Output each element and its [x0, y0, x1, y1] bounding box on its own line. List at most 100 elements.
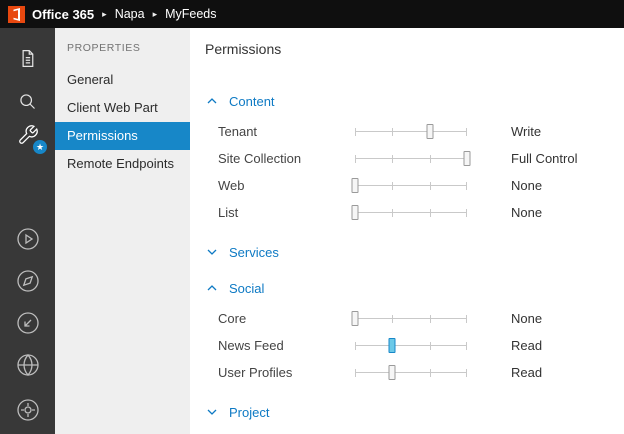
permission-row-user-profiles: User Profiles Read [218, 359, 624, 386]
slider-tick [429, 314, 431, 323]
section-services: Services [205, 242, 624, 262]
slider-tick [429, 368, 431, 377]
permission-value: None [511, 178, 543, 193]
section-rows: Core None News Feed Read User Profiles R… [218, 305, 624, 386]
slider-track [355, 184, 467, 186]
permission-scope-label: Site Collection [218, 151, 302, 166]
slider-handle[interactable] [351, 310, 359, 326]
slider-tick [392, 314, 394, 323]
sidebar-button-projects[interactable] [0, 41, 55, 75]
permission-scope-label: News Feed [218, 338, 284, 353]
section-rows: Tenant Write Site Collection Full Contro… [218, 118, 624, 226]
slider-tick [392, 127, 394, 136]
slider-tick [466, 127, 467, 136]
permission-row-news-feed: News Feed Read [218, 332, 624, 359]
slider-track [355, 344, 467, 346]
retract-arrow-icon [16, 312, 39, 334]
globe-icon [16, 354, 39, 376]
main-panel: Permissions Content Tenant Write Site Co… [190, 28, 624, 434]
permission-scope-label: Core [218, 311, 247, 326]
sidebar-button-search[interactable] [0, 84, 55, 118]
slider-tick [392, 154, 394, 163]
slider-tick [355, 341, 356, 350]
permission-slider[interactable] [351, 310, 467, 327]
slider-tick [466, 341, 467, 350]
sidebar-button-compass[interactable] [0, 264, 55, 298]
star-badge: ★ [33, 140, 47, 154]
slider-tick [466, 181, 467, 190]
slider-track [355, 130, 467, 132]
projects-icon [22, 49, 34, 67]
slider-handle[interactable] [351, 177, 359, 193]
breadcrumb-separator-icon: ▸ [102, 8, 107, 19]
permission-row-list: List None [218, 199, 624, 226]
slider-handle[interactable] [388, 364, 396, 380]
slider-handle[interactable] [463, 150, 471, 166]
permission-slider[interactable] [351, 204, 467, 221]
slider-tick [355, 368, 356, 377]
sidebar-button-properties[interactable]: ★ [0, 118, 55, 154]
section-label: Content [229, 93, 275, 109]
slider-track [355, 211, 467, 213]
slider-tick [429, 208, 431, 217]
office365-logo[interactable] [8, 5, 25, 23]
permission-value: Write [511, 124, 542, 139]
slider-tick [392, 181, 394, 190]
search-icon [20, 93, 35, 109]
permission-row-core: Core None [218, 305, 624, 332]
permission-slider[interactable] [355, 364, 467, 381]
slider-handle[interactable] [351, 204, 359, 220]
chevron-up-icon [207, 98, 217, 104]
run-play-icon [16, 228, 39, 250]
permission-value: Read [511, 338, 543, 353]
permission-row-web: Web None [218, 172, 624, 199]
section-header[interactable]: Content [205, 91, 624, 111]
section-content: Content Tenant Write Site Collection Ful… [205, 91, 624, 226]
slider-tick [355, 127, 356, 136]
slider-track [355, 157, 467, 159]
sidebar-button-globe[interactable] [0, 348, 55, 382]
section-header[interactable]: Project [205, 402, 624, 422]
menu-item-permissions[interactable]: Permissions [55, 122, 190, 150]
section-project: Project [205, 402, 624, 422]
slider-handle[interactable] [426, 123, 434, 139]
icon-sidebar: ★ [0, 28, 55, 434]
chevron-up-icon [207, 285, 217, 291]
breadcrumb-napa[interactable]: Napa [115, 7, 145, 21]
permission-slider[interactable] [355, 337, 467, 354]
menu-item-general[interactable]: General [55, 66, 190, 94]
compass-icon [16, 270, 39, 292]
permission-row-tenant: Tenant Write [218, 118, 624, 145]
sidebar-button-run[interactable] [0, 222, 55, 256]
section-social: Social Core None News Feed Read User Pro… [205, 278, 624, 386]
permission-slider[interactable] [355, 123, 467, 140]
permission-value: Read [511, 365, 543, 380]
section-label: Services [229, 244, 279, 260]
slider-tick [466, 208, 467, 217]
section-header[interactable]: Social [205, 278, 624, 298]
permission-slider[interactable] [355, 150, 471, 167]
breadcrumb-myfeeds[interactable]: MyFeeds [165, 7, 216, 21]
slider-tick [466, 368, 467, 377]
section-label: Social [229, 280, 265, 296]
breadcrumb-separator-icon: ▸ [152, 8, 158, 19]
brand-office365[interactable]: Office 365 [32, 7, 94, 22]
permission-value: None [511, 205, 543, 220]
slider-track [355, 317, 467, 319]
permission-row-site-collection: Site Collection Full Control [218, 145, 624, 172]
permission-value: Full Control [511, 151, 578, 166]
page-title: Permissions [205, 41, 282, 57]
slider-track [355, 371, 467, 373]
permission-value: None [511, 311, 543, 326]
section-header[interactable]: Services [205, 242, 624, 262]
menu-item-client-web-part[interactable]: Client Web Part [55, 94, 190, 122]
sidebar-button-retract[interactable] [0, 306, 55, 340]
slider-handle[interactable] [388, 337, 396, 353]
properties-menu: PROPERTIES General Client Web Part Permiss… [55, 28, 190, 434]
chevron-down-icon [207, 249, 217, 255]
sidebar-button-settings[interactable] [0, 393, 55, 427]
slider-tick [392, 208, 394, 217]
permission-slider[interactable] [351, 177, 467, 194]
menu-item-remote-endpoints[interactable]: Remote Endpoints [55, 150, 190, 178]
slider-tick [355, 154, 356, 163]
